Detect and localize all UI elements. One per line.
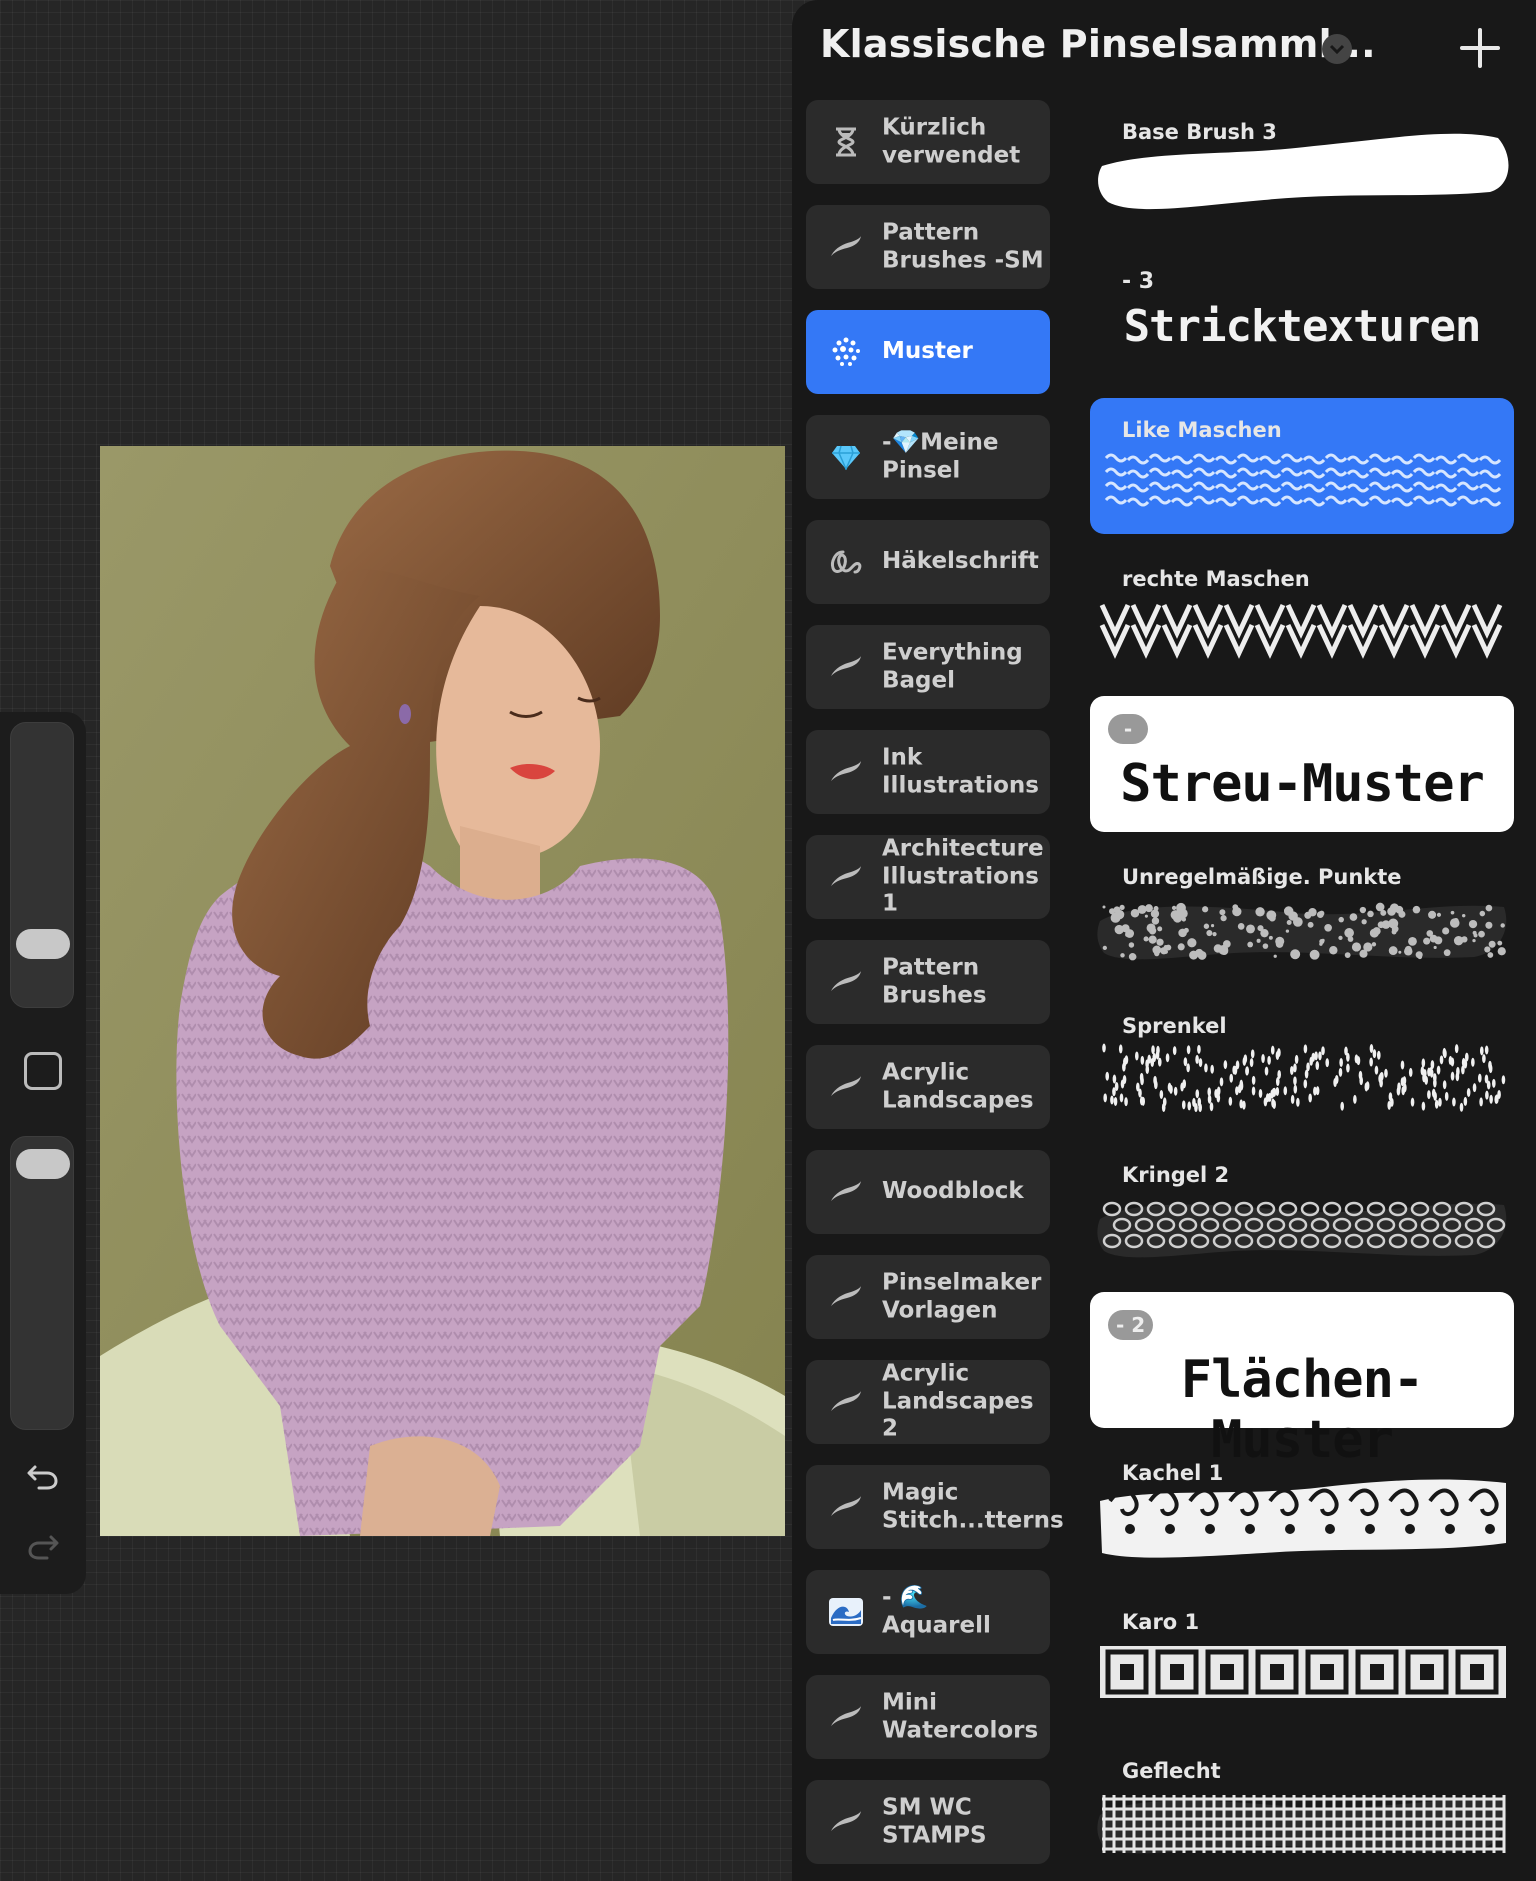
diamond-icon (826, 437, 866, 477)
brush-item[interactable]: Geflecht (1090, 1739, 1514, 1875)
brush-set-item[interactable]: SM WC STAMPS (806, 1780, 1050, 1864)
brush-section-header[interactable]: - 2 Flächen-Muster (1090, 1292, 1514, 1470)
brush-name: Base Brush 3 (1122, 120, 1277, 144)
brush-item[interactable]: Sprenkel (1090, 994, 1514, 1130)
brush-item[interactable]: Karo 1 (1090, 1590, 1514, 1726)
brush-set-item[interactable]: - 🌊 Aquarell (806, 1570, 1050, 1654)
canvas-artwork[interactable] (100, 446, 785, 1536)
add-brush-set-button[interactable] (1452, 20, 1508, 76)
section-number-badge: - (1108, 714, 1148, 744)
chevron-down-icon[interactable] (1322, 34, 1352, 64)
brush-item[interactable]: Like Maschen (1090, 398, 1514, 534)
brush-name: rechte Maschen (1122, 567, 1310, 591)
brush-stroke-icon (826, 1172, 866, 1212)
brush-name: Like Maschen (1122, 418, 1282, 442)
brush-set-item[interactable]: Häkelschrift (806, 520, 1050, 604)
section-title: Streu-Muster (1120, 754, 1485, 814)
panel-title[interactable]: Klassische Pinselsamml... (820, 22, 1376, 66)
brush-stroke-icon (826, 857, 866, 897)
plus-icon (1460, 28, 1500, 68)
brush-library-panel: Klassische Pinselsamml... Kürzlich verwe… (792, 0, 1536, 1881)
brush-name: Sprenkel (1122, 1014, 1227, 1038)
brush-name: Geflecht (1122, 1759, 1221, 1783)
section-number: - 3 (1122, 269, 1155, 294)
undo-button[interactable] (22, 1454, 64, 1496)
brush-size-slider-thumb[interactable] (16, 929, 70, 959)
hourglass-icon (826, 122, 866, 162)
brush-set-label: Pattern Brushes -SM (882, 219, 1044, 273)
brush-set-item[interactable]: Pattern Brushes (806, 940, 1050, 1024)
brush-stroke-icon (826, 1697, 866, 1737)
left-sidebar (0, 712, 86, 1594)
brush-set-label: Woodblock (882, 1178, 1024, 1205)
brush-set-item[interactable]: Architecture Illustrations 1 (806, 835, 1050, 919)
brush-stroke-icon (826, 1277, 866, 1317)
brush-set-item[interactable]: Ink Illustrations (806, 730, 1050, 814)
section-title: Stricktexturen (1123, 301, 1482, 352)
brush-set-label: Acrylic Landscapes 2 (882, 1360, 1034, 1442)
brush-set-label: Mini Watercolors (882, 1689, 1039, 1743)
brush-section-header[interactable]: - Streu-Muster (1090, 696, 1514, 832)
brush-set-item[interactable]: Pinselmaker Vorlagen (806, 1255, 1050, 1339)
brush-stroke-icon (826, 1067, 866, 1107)
wave-icon (826, 1592, 866, 1632)
dots-icon (826, 332, 866, 372)
brush-item[interactable]: Kringel 2 (1090, 1143, 1514, 1279)
script-icon (826, 542, 866, 582)
brush-set-label: Pinselmaker Vorlagen (882, 1269, 1042, 1323)
brush-stroke-icon (826, 647, 866, 687)
brush-set-label: Pattern Brushes (882, 954, 987, 1008)
brush-size-slider[interactable] (10, 722, 74, 1008)
brush-set-item[interactable]: Woodblock (806, 1150, 1050, 1234)
brush-set-item[interactable]: Pattern Brushes -SM (806, 205, 1050, 289)
brush-set-item[interactable]: Magic Stitch...tterns (806, 1465, 1064, 1549)
modify-button[interactable] (24, 1052, 62, 1090)
brush-set-label: SM WC STAMPS (882, 1794, 987, 1848)
brush-opacity-slider[interactable] (10, 1136, 74, 1430)
brush-set-label: Häkelschrift (882, 548, 1039, 575)
brush-set-item[interactable]: Kürzlich verwendet (806, 100, 1050, 184)
brush-item[interactable]: Base Brush 3 (1090, 100, 1514, 236)
brush-set-item[interactable]: Everything Bagel (806, 625, 1050, 709)
brush-stroke-icon (826, 1382, 866, 1422)
brush-name: Kringel 2 (1122, 1163, 1230, 1187)
painting-illustration (100, 446, 785, 1536)
brush-opacity-slider-thumb[interactable] (16, 1149, 70, 1179)
brush-set-item[interactable]: Muster (806, 310, 1050, 394)
brush-stroke-icon (826, 227, 866, 267)
brush-set-item[interactable]: Acrylic Landscapes (806, 1045, 1050, 1129)
brush-set-label: Architecture Illustrations 1 (882, 835, 1044, 917)
brush-item[interactable]: Unregelmäßige. Punkte (1090, 845, 1514, 981)
brush-name: Unregelmäßige. Punkte (1122, 865, 1402, 889)
brush-name: Kachel 1 (1122, 1461, 1224, 1485)
redo-icon (28, 1535, 59, 1560)
brush-name: Karo 1 (1122, 1610, 1200, 1634)
brush-item[interactable]: Kachel 1 (1090, 1441, 1514, 1577)
brush-stroke-icon (826, 752, 866, 792)
brush-set-label: - 🌊 Aquarell (882, 1584, 991, 1638)
brush-set-item[interactable]: -💎Meine Pinsel (806, 415, 1050, 499)
section-number-badge: - 2 (1108, 1310, 1154, 1340)
brush-set-label: Ink Illustrations (882, 744, 1039, 798)
redo-button[interactable] (22, 1524, 64, 1566)
brush-set-label: Muster (882, 338, 973, 365)
brush-set-item[interactable]: Mini Watercolors (806, 1675, 1050, 1759)
undo-icon (27, 1465, 58, 1490)
brush-set-label: Kürzlich verwendet (882, 114, 1021, 168)
brush-set-label: -💎Meine Pinsel (882, 429, 999, 483)
brush-set-label: Everything Bagel (882, 639, 1023, 693)
brush-set-label: Acrylic Landscapes (882, 1059, 1034, 1113)
brush-set-label: Magic Stitch...tterns (882, 1479, 1064, 1533)
brush-stroke-icon (826, 962, 866, 1002)
brush-set-item[interactable]: Acrylic Landscapes 2 (806, 1360, 1050, 1444)
brush-section-header[interactable]: - 3 Stricktexturen (1090, 249, 1514, 385)
brush-item[interactable]: rechte Maschen (1090, 547, 1514, 683)
brush-stroke-icon (826, 1487, 866, 1527)
brush-stroke-icon (826, 1802, 866, 1842)
